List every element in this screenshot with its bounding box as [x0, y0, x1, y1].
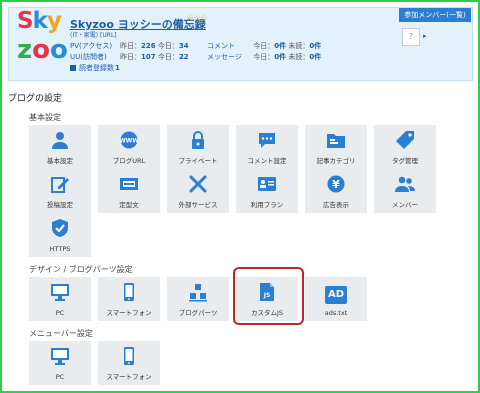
tile-ads-txt[interactable]: AD ads.txt: [305, 277, 367, 321]
tile-article-category[interactable]: 記事カテゴリ: [305, 125, 367, 169]
page-frame: Sky zoo Skyzoo ヨッシーの備忘録 ☆☆☆ (IT・家電) [URL…: [0, 0, 480, 393]
subscribers-icon: [70, 65, 76, 71]
shield-check-icon: [29, 218, 91, 238]
blog-category-line: (IT・家電) [URL]: [70, 30, 117, 39]
subscribers-label[interactable]: 読者登録数: [79, 63, 115, 74]
tile-templates[interactable]: 定型文: [98, 169, 160, 213]
comment-label[interactable]: コメント: [207, 41, 241, 52]
tile-https[interactable]: HTTPS: [29, 213, 91, 257]
tile-comment-settings[interactable]: コメント設定: [236, 125, 298, 169]
rating-stars: ☆☆☆: [186, 14, 208, 24]
message-unread[interactable]: 0件: [309, 53, 321, 61]
template-icon: [98, 174, 160, 194]
smartphone-icon: [98, 346, 160, 366]
tile-blog-url[interactable]: WWW ブログURL: [98, 125, 160, 169]
uu-row: UU(訪問者) 昨日：107 今日：22: [70, 52, 189, 63]
tile-private[interactable]: プライベート: [167, 125, 229, 169]
message-label[interactable]: メッセージ: [207, 52, 242, 63]
pv-today: 34: [178, 42, 189, 50]
tile-plan[interactable]: 利用プラン: [236, 169, 298, 213]
group-title-menubar: メニューバー設定: [29, 329, 93, 338]
tile-menubar-smartphone[interactable]: スマートフォン: [98, 341, 160, 385]
uu-today: 22: [178, 53, 189, 61]
tile-design-pc[interactable]: PC: [29, 277, 91, 321]
subscribers-row: 読者登録数1: [70, 63, 189, 74]
page-title: ブログの設定: [8, 94, 63, 104]
blog-url-link[interactable]: [URL]: [100, 32, 117, 39]
yen-icon: ¥: [305, 174, 367, 194]
highlight-box: [233, 267, 304, 325]
tile-tag-management[interactable]: タグ管理: [374, 125, 436, 169]
ad-icon: AD: [305, 282, 367, 304]
access-stats: PV(アクセス) 昨日：226 今日：34 UU(訪問者) 昨日：107 今日：22…: [70, 41, 189, 74]
message-today[interactable]: 0件: [274, 53, 286, 61]
lock-icon: [167, 130, 229, 150]
pv-yesterday: 226: [141, 42, 156, 50]
tile-ad-display[interactable]: ¥ 広告表示: [305, 169, 367, 213]
tile-post-settings[interactable]: 投稿設定: [29, 169, 91, 213]
speech-bubble-icon: [236, 130, 298, 150]
members-icon: [374, 174, 436, 194]
uu-yesterday: 107: [141, 53, 156, 61]
comment-today[interactable]: 0件: [274, 42, 286, 50]
tag-icon: [374, 130, 436, 150]
svg-text:WWW: WWW: [119, 138, 139, 145]
member-list-button[interactable]: 参加メンバー(一覧): [399, 8, 471, 22]
tile-design-smartphone[interactable]: スマートフォン: [98, 277, 160, 321]
tile-blog-parts[interactable]: ブログパーツ: [167, 277, 229, 321]
tile-basic-settings[interactable]: 基本設定: [29, 125, 91, 169]
www-icon: WWW: [98, 130, 160, 150]
subscribers-count: 1: [115, 64, 120, 72]
uu-label[interactable]: UU(訪問者): [70, 52, 120, 63]
blog-header: Sky zoo Skyzoo ヨッシーの備忘録 ☆☆☆ (IT・家電) [URL…: [8, 7, 473, 81]
member-next-arrow-icon[interactable]: ▸: [423, 32, 427, 40]
comment-unread[interactable]: 0件: [309, 42, 321, 50]
comment-message-stats: コメント 今日：0件 未読：0件 メッセージ 今日：0件 未読：0件: [207, 41, 322, 63]
smartphone-icon: [98, 282, 160, 302]
tools-icon: [167, 174, 229, 194]
pv-row: PV(アクセス) 昨日：226 今日：34: [70, 41, 189, 52]
monitor-icon: [29, 282, 91, 302]
group-title-basic: 基本設定: [29, 113, 61, 122]
monitor-icon: [29, 346, 91, 366]
tile-external-services[interactable]: 外部サービス: [167, 169, 229, 213]
card-icon: [236, 174, 298, 194]
pencil-note-icon: [29, 174, 91, 194]
svg-text:¥: ¥: [332, 178, 340, 191]
blocks-icon: [167, 282, 229, 302]
folder-icon: [305, 130, 367, 150]
tile-members[interactable]: メンバー: [374, 169, 436, 213]
skyzoo-logo[interactable]: Sky zoo: [17, 10, 68, 74]
tile-menubar-pc[interactable]: PC: [29, 341, 91, 385]
person-icon: [29, 130, 91, 150]
member-avatar[interactable]: ?: [402, 28, 420, 46]
blog-category[interactable]: (IT・家電): [70, 32, 98, 39]
group-title-design: デザイン / ブログパーツ設定: [29, 265, 133, 274]
pv-label[interactable]: PV(アクセス): [70, 41, 120, 52]
